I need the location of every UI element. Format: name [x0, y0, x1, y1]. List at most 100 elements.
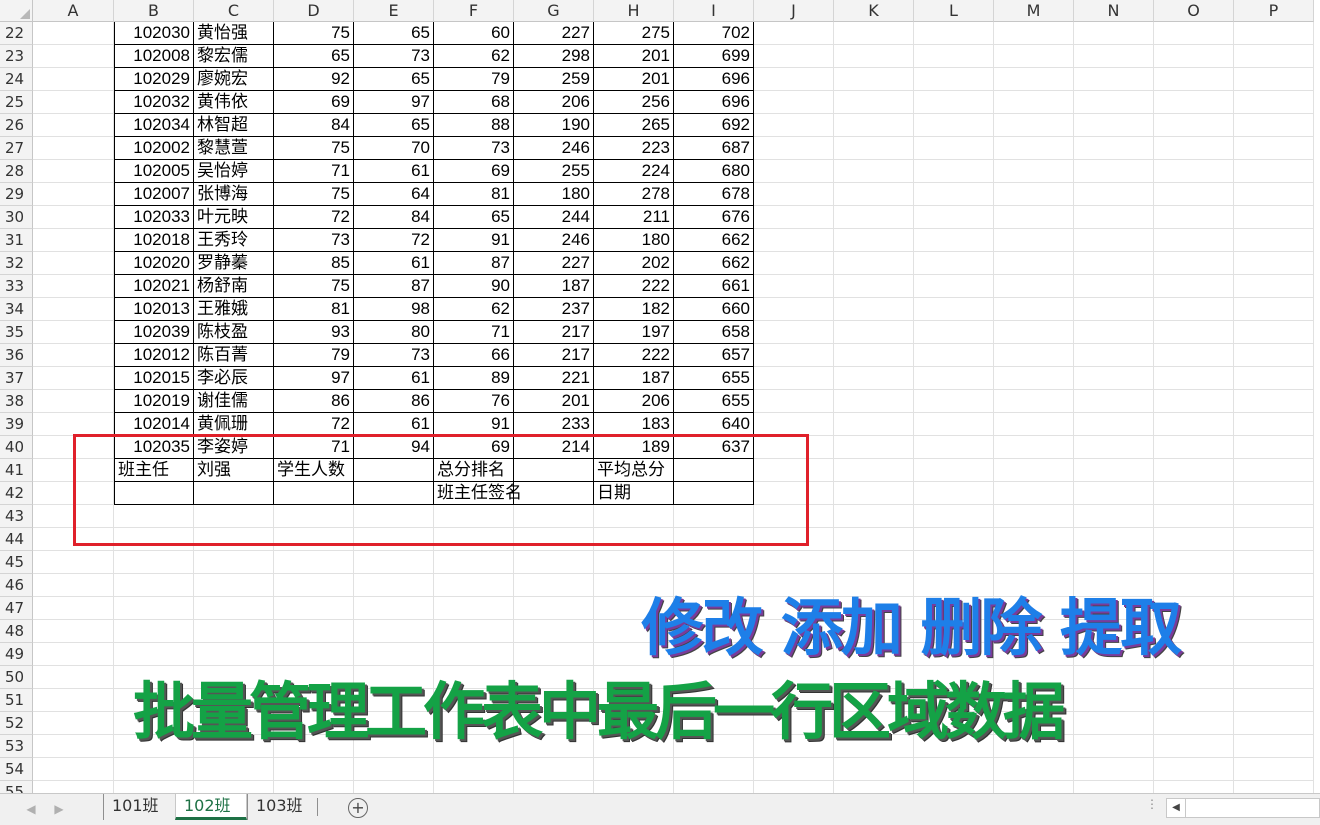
empty-cell[interactable] — [1234, 137, 1314, 160]
row-header-33[interactable]: 33 — [0, 275, 33, 298]
data-cell-g[interactable]: 227 — [514, 252, 594, 275]
row-header-44[interactable]: 44 — [0, 528, 33, 551]
empty-cell[interactable] — [754, 321, 834, 344]
empty-cell[interactable] — [1074, 758, 1154, 781]
empty-cell[interactable] — [1234, 459, 1314, 482]
empty-cell[interactable] — [674, 505, 754, 528]
empty-cell[interactable] — [1074, 551, 1154, 574]
empty-cell[interactable] — [834, 229, 914, 252]
empty-cell[interactable] — [1154, 505, 1234, 528]
data-cell-d[interactable]: 84 — [274, 114, 354, 137]
data-cell-i[interactable]: 687 — [674, 137, 754, 160]
empty-cell[interactable] — [914, 298, 994, 321]
row-header-39[interactable]: 39 — [0, 413, 33, 436]
row-header-27[interactable]: 27 — [0, 137, 33, 160]
data-cell-f[interactable]: 68 — [434, 91, 514, 114]
empty-cell[interactable] — [1234, 160, 1314, 183]
empty-cell[interactable] — [354, 528, 434, 551]
empty-cell[interactable] — [33, 160, 114, 183]
empty-cell[interactable] — [1074, 22, 1154, 45]
row-header-46[interactable]: 46 — [0, 574, 33, 597]
empty-cell[interactable] — [434, 620, 514, 643]
data-cell-e[interactable]: 80 — [354, 321, 434, 344]
empty-cell[interactable] — [674, 781, 754, 793]
empty-cell[interactable] — [594, 551, 674, 574]
row-header-28[interactable]: 28 — [0, 160, 33, 183]
empty-cell[interactable] — [33, 22, 114, 45]
data-cell-g[interactable]: 214 — [514, 436, 594, 459]
select-all-corner[interactable] — [0, 0, 33, 22]
empty-cell[interactable] — [1154, 183, 1234, 206]
empty-cell[interactable] — [914, 758, 994, 781]
data-cell-h[interactable]: 223 — [594, 137, 674, 160]
data-cell-h[interactable]: 256 — [594, 91, 674, 114]
empty-cell[interactable] — [1074, 344, 1154, 367]
empty-cell[interactable] — [274, 781, 354, 793]
empty-cell[interactable] — [1234, 45, 1314, 68]
empty-cell[interactable] — [994, 390, 1074, 413]
row-header-41[interactable]: 41 — [0, 459, 33, 482]
row-header-31[interactable]: 31 — [0, 229, 33, 252]
column-header-f[interactable]: F — [434, 0, 514, 22]
empty-cell[interactable] — [1154, 344, 1234, 367]
empty-cell[interactable] — [834, 275, 914, 298]
column-header-c[interactable]: C — [194, 0, 274, 22]
empty-cell[interactable] — [914, 413, 994, 436]
data-cell-g[interactable]: 187 — [514, 275, 594, 298]
data-cell-d[interactable]: 75 — [274, 275, 354, 298]
data-cell-f[interactable]: 88 — [434, 114, 514, 137]
empty-cell[interactable] — [754, 275, 834, 298]
data-cell-b[interactable]: 102008 — [114, 45, 194, 68]
scroll-left-icon[interactable]: ◀ — [1167, 799, 1186, 817]
data-cell-b[interactable]: 102034 — [114, 114, 194, 137]
data-cell-b[interactable]: 102032 — [114, 91, 194, 114]
row-header-26[interactable]: 26 — [0, 114, 33, 137]
data-cell-i[interactable]: 696 — [674, 91, 754, 114]
empty-cell[interactable] — [754, 45, 834, 68]
scroll-splitter-icon[interactable]: ⋮ — [1146, 798, 1158, 817]
data-cell-f[interactable]: 62 — [434, 298, 514, 321]
empty-cell[interactable] — [1154, 735, 1234, 758]
empty-cell[interactable] — [33, 528, 114, 551]
empty-cell[interactable] — [1234, 551, 1314, 574]
empty-cell[interactable] — [754, 114, 834, 137]
empty-cell[interactable] — [33, 551, 114, 574]
data-cell-b[interactable]: 102005 — [114, 160, 194, 183]
empty-cell[interactable] — [1154, 390, 1234, 413]
empty-cell[interactable] — [33, 597, 114, 620]
empty-cell[interactable] — [914, 390, 994, 413]
column-header-m[interactable]: M — [994, 0, 1074, 22]
column-header-i[interactable]: I — [674, 0, 754, 22]
empty-cell[interactable] — [514, 574, 594, 597]
empty-cell[interactable] — [194, 620, 274, 643]
row-header-38[interactable]: 38 — [0, 390, 33, 413]
data-cell-h[interactable]: 278 — [594, 183, 674, 206]
data-cell-c[interactable]: 黄佩珊 — [194, 413, 274, 436]
data-cell-e[interactable]: 73 — [354, 344, 434, 367]
empty-cell[interactable] — [33, 206, 114, 229]
empty-cell[interactable] — [274, 505, 354, 528]
empty-cell[interactable] — [1234, 712, 1314, 735]
data-cell-g[interactable]: 255 — [514, 160, 594, 183]
data-cell-c[interactable]: 廖婉宏 — [194, 68, 274, 91]
empty-cell[interactable] — [354, 505, 434, 528]
data-cell-b[interactable]: 102033 — [114, 206, 194, 229]
row-header-53[interactable]: 53 — [0, 735, 33, 758]
empty-cell[interactable] — [1234, 114, 1314, 137]
empty-cell[interactable] — [1234, 689, 1314, 712]
data-cell-e[interactable]: 94 — [354, 436, 434, 459]
data-cell-g[interactable]: 190 — [514, 114, 594, 137]
empty-cell[interactable] — [1234, 68, 1314, 91]
row-header-36[interactable]: 36 — [0, 344, 33, 367]
data-cell-i[interactable]: 662 — [674, 252, 754, 275]
data-cell-b[interactable]: 102018 — [114, 229, 194, 252]
empty-cell[interactable] — [1154, 45, 1234, 68]
empty-cell[interactable] — [1154, 22, 1234, 45]
empty-cell[interactable] — [33, 321, 114, 344]
data-cell-i[interactable]: 696 — [674, 68, 754, 91]
empty-cell[interactable] — [434, 505, 514, 528]
data-cell-i[interactable]: 676 — [674, 206, 754, 229]
data-cell-f[interactable]: 62 — [434, 45, 514, 68]
row-header-54[interactable]: 54 — [0, 758, 33, 781]
column-header-h[interactable]: H — [594, 0, 674, 22]
